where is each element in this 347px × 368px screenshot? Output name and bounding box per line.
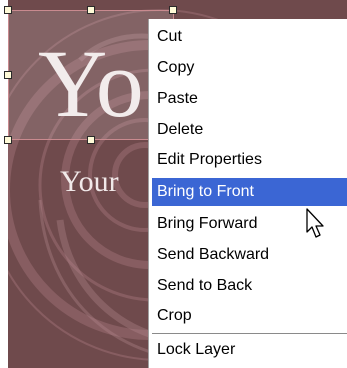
selected-text[interactable]: Yo: [38, 36, 144, 132]
context-menu: Cut Copy Paste Delete Edit Properties Br…: [148, 19, 347, 368]
menu-item-cut[interactable]: Cut: [152, 23, 347, 51]
menu-item-lock-layer[interactable]: Lock Layer: [152, 336, 347, 364]
menu-item-edit-properties[interactable]: Edit Properties: [152, 146, 347, 174]
resize-handle-icon[interactable]: [169, 6, 177, 14]
menu-item-bring-to-front[interactable]: Bring to Front: [152, 178, 347, 206]
canvas-left-margin: [0, 0, 8, 368]
resize-handle-icon[interactable]: [4, 6, 12, 14]
menu-separator: [152, 333, 347, 334]
menu-item-copy[interactable]: Copy: [152, 54, 347, 82]
menu-item-send-to-back[interactable]: Send to Back: [152, 272, 347, 300]
menu-item-send-backward[interactable]: Send Backward: [152, 241, 347, 269]
resize-handle-icon[interactable]: [4, 136, 12, 144]
resize-handle-icon[interactable]: [87, 136, 95, 144]
menu-item-paste[interactable]: Paste: [152, 85, 347, 113]
menu-item-crop[interactable]: Crop: [152, 302, 347, 330]
resize-handle-icon[interactable]: [4, 71, 12, 79]
arrow-cursor-icon: [306, 208, 324, 238]
subtitle-text[interactable]: Your: [60, 167, 119, 197]
resize-handle-icon[interactable]: [87, 6, 95, 14]
menu-item-delete[interactable]: Delete: [152, 116, 347, 144]
